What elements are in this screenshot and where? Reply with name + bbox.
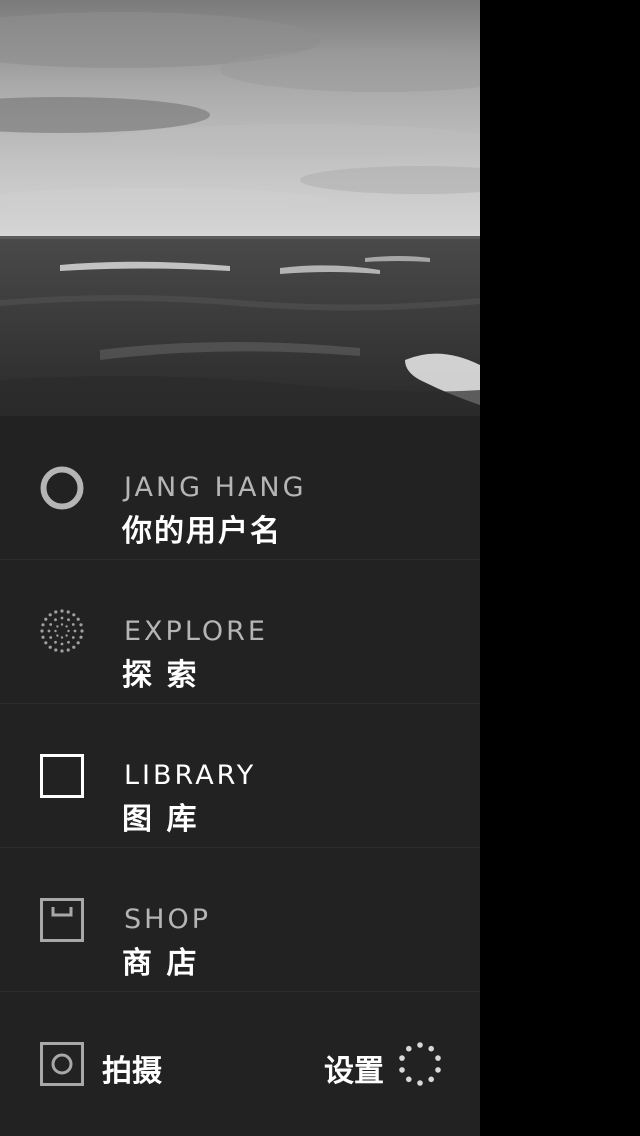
menu-item-library[interactable]: LIBRARY 图 库: [0, 704, 480, 848]
camera-icon: [40, 1042, 84, 1086]
dotted-circle-icon: [40, 609, 84, 653]
menu-item-subtitle: 你的用户名: [122, 514, 282, 549]
menu-item-title: JANG HANG: [124, 472, 307, 503]
dotted-settings-icon: [398, 1042, 442, 1086]
menu-item-title: EXPLORE: [124, 616, 268, 647]
capture-label: 拍摄: [102, 1054, 162, 1089]
square-icon: [40, 754, 84, 798]
navigation-drawer: JANG HANG 你的用户名 EXPLORE 探 索 LIBRARY 图 库 …: [0, 0, 480, 1136]
menu-item-title: LIBRARY: [124, 760, 257, 791]
menu-item-subtitle: 商 店: [122, 946, 199, 981]
hero-image: [0, 0, 480, 416]
settings-label: 设置: [324, 1054, 384, 1089]
menu-item-shop[interactable]: SHOP 商 店: [0, 848, 480, 992]
shop-box-icon: [40, 898, 84, 942]
menu-item-profile[interactable]: JANG HANG 你的用户名: [0, 416, 480, 560]
menu-item-subtitle: 探 索: [122, 658, 199, 693]
menu-item-explore[interactable]: EXPLORE 探 索: [0, 560, 480, 704]
drawer-footer: 拍摄 设置: [0, 992, 480, 1136]
dimmed-main-content[interactable]: [480, 0, 640, 1136]
capture-button[interactable]: 拍摄: [40, 1042, 200, 1089]
menu-item-title: SHOP: [124, 904, 211, 935]
settings-button[interactable]: 设置: [282, 1042, 442, 1089]
profile-ring-icon: [40, 466, 84, 510]
menu-item-subtitle: 图 库: [122, 802, 199, 837]
